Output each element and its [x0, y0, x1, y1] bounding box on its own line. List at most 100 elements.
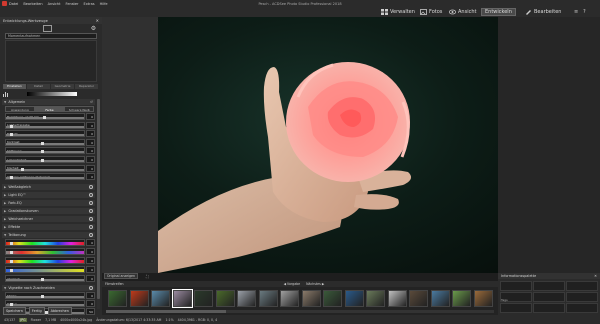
mode-verwalten-button[interactable]: Verwalten — [381, 8, 415, 16]
filmstrip-scrollbar[interactable] — [106, 310, 494, 313]
show-original-button[interactable]: Original anzeigen — [104, 273, 138, 279]
scroll-thumb[interactable] — [97, 99, 100, 299]
section-weissabgleich[interactable]: ▶ Weißabgleich — [2, 184, 95, 190]
toggle-icon[interactable] — [89, 209, 93, 213]
close-icon[interactable]: ✕ — [594, 274, 597, 278]
filmstrip-thumbnail[interactable] — [108, 290, 127, 307]
focus-frame-icon[interactable] — [43, 25, 52, 32]
allgemein-slider[interactable]: Sättigung — [5, 147, 85, 155]
snapshot-list[interactable] — [5, 40, 97, 82]
allgemein-slider[interactable]: Füllicht — [5, 130, 85, 138]
scroll-thumb[interactable] — [106, 310, 226, 313]
teiltonung-value-field[interactable]: 0 — [86, 266, 95, 273]
slider-knob[interactable] — [42, 116, 46, 119]
filmstrip-thumbnail[interactable] — [151, 290, 170, 307]
next-button[interactable]: Nächstes ▶ — [306, 282, 324, 286]
save-button[interactable]: Speichern — [3, 307, 26, 315]
menu-ansicht[interactable]: Ansicht — [48, 2, 61, 6]
toggle-icon[interactable] — [89, 185, 93, 189]
slider-track[interactable] — [6, 269, 84, 272]
slider-knob[interactable] — [40, 278, 44, 281]
slider-knob[interactable] — [9, 303, 13, 306]
filmstrip-thumbnail[interactable] — [366, 290, 385, 307]
left-scrollbar[interactable] — [97, 99, 100, 309]
menu-extras[interactable]: Extras — [84, 2, 95, 6]
slider-knob[interactable] — [9, 133, 13, 137]
allgemein-slider[interactable]: Chroma entfernen (Schwarz) — [5, 173, 85, 181]
allgemein-value-field[interactable]: 0 — [86, 121, 95, 129]
toggle-icon[interactable] — [89, 201, 93, 205]
filmstrip-thumbnail[interactable] — [387, 290, 407, 307]
tab-detail[interactable]: Detail — [27, 84, 50, 89]
tab-reparatur[interactable]: Reparatur — [75, 84, 98, 89]
slider-knob[interactable] — [9, 251, 13, 254]
allgemein-value-field[interactable]: 0 — [86, 130, 95, 138]
snapshot-dropdown[interactable]: Momentaufnahmen — [5, 33, 97, 39]
teiltonung-slider[interactable]: Abgleich — [5, 275, 85, 282]
help-icon[interactable]: ? — [583, 9, 586, 15]
reset-icon[interactable]: ↺ — [90, 100, 93, 104]
allgemein-value-field[interactable]: 0 — [86, 147, 95, 155]
done-button[interactable]: Fertig — [28, 307, 45, 315]
slider-track[interactable] — [6, 142, 84, 145]
toggle-icon[interactable] — [89, 193, 93, 197]
slider-knob[interactable] — [9, 269, 13, 272]
filmstrip-thumbnail[interactable] — [344, 290, 364, 307]
toggle-icon[interactable] — [89, 286, 93, 290]
filmstrip-thumbnail[interactable] — [473, 290, 493, 307]
slider-track[interactable] — [6, 134, 84, 137]
allgemein-value-field[interactable]: 0 — [86, 113, 95, 120]
teiltonung-slider[interactable]: Schatten - Farbton — [5, 257, 85, 264]
filmstrip-thumbnail[interactable] — [258, 290, 278, 307]
toggle-icon[interactable] — [89, 217, 93, 221]
filmstrip-thumbnail[interactable] — [194, 290, 213, 307]
slider-track[interactable] — [6, 260, 84, 263]
mode-entwickeln-button[interactable]: Entwickeln — [481, 8, 516, 16]
slider-track[interactable] — [6, 160, 84, 162]
slider-knob[interactable] — [40, 150, 44, 154]
teiltonung-slider[interactable]: Lichter - Farbton — [5, 239, 85, 246]
section-gradationskurven[interactable]: ▶ Gradationskurven — [2, 208, 95, 214]
slider-knob[interactable] — [21, 167, 25, 171]
slider-knob[interactable] — [9, 242, 13, 245]
vignette-value-field[interactable]: 0 — [86, 292, 95, 299]
prev-button[interactable]: ◀ Vorgabe — [284, 282, 301, 286]
vignette-slider[interactable]: Stärke — [5, 292, 85, 299]
section-vignette[interactable]: ▼ Vignette nach Zuschneiden — [2, 285, 95, 291]
allgemein-slider[interactable]: Klarheit — [5, 164, 85, 172]
menu-datei[interactable]: Datei — [9, 2, 18, 6]
slider-track[interactable] — [6, 177, 84, 180]
seg-farbe[interactable]: Farbe — [34, 106, 65, 112]
filmstrip-thumbnail[interactable] — [280, 290, 299, 307]
teiltonung-value-field[interactable]: 0 — [86, 248, 95, 255]
teiltonung-slider[interactable]: Schatten - Sättigung — [5, 266, 85, 273]
allgemein-value-field[interactable]: 0 — [86, 173, 95, 181]
filmstrip-thumbnail[interactable] — [129, 290, 149, 307]
gear-icon[interactable]: ⚙ — [90, 25, 97, 32]
slider-track[interactable] — [6, 168, 84, 171]
slider-track[interactable] — [6, 296, 84, 298]
section-teiltonung[interactable]: ▼ Teiltonung — [2, 232, 95, 238]
photo-hand-holding-rose[interactable] — [158, 17, 542, 273]
slider-knob[interactable] — [40, 159, 44, 162]
mode-bearbeiten-button[interactable]: Bearbeiten — [525, 8, 561, 16]
teiltonung-value-field[interactable]: 0 — [86, 239, 95, 246]
section-farb-eq[interactable]: ▶ Farb-EQ — [2, 200, 95, 206]
teiltonung-value-field[interactable]: 0 — [86, 257, 95, 264]
teiltonung-slider[interactable]: Lichter - Sättigung — [5, 248, 85, 255]
allgemein-slider[interactable]: Belichtung +0,05 LW — [5, 113, 85, 120]
settings-icon[interactable]: ≡ — [574, 9, 578, 15]
allgemein-value-field[interactable]: 0 — [86, 156, 95, 163]
close-icon[interactable]: ✕ — [96, 18, 99, 23]
allgemein-slider[interactable]: Lebendigkeit — [5, 156, 85, 163]
section-effekte[interactable]: ▶ Effekte — [2, 224, 95, 230]
fit-icon[interactable]: ⛶ — [146, 274, 149, 279]
teiltonung-value-field[interactable]: 0 — [86, 275, 95, 282]
section-light-eq[interactable]: ▶ Light EQ™ — [2, 192, 95, 198]
image-stage[interactable] — [102, 17, 542, 273]
slider-track[interactable] — [6, 125, 84, 128]
menu-hilfe[interactable]: Hilfe — [100, 2, 108, 6]
slider-track[interactable] — [6, 251, 84, 254]
filmstrip-thumbnail[interactable] — [171, 289, 193, 308]
slider-knob[interactable] — [40, 295, 44, 298]
